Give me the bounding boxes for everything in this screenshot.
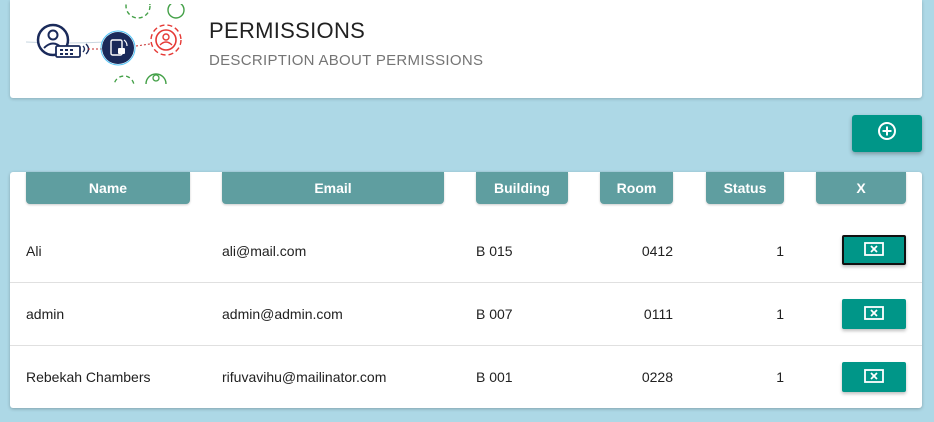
table-row: admin admin@admin.com B 007 0111 1 (10, 282, 922, 346)
page-title: PERMISSIONS (209, 18, 366, 43)
delete-row-button[interactable] (842, 235, 906, 265)
add-permission-button[interactable] (852, 115, 922, 152)
cell-room: 0412 (641, 242, 673, 259)
cell-status: 1 (776, 368, 784, 385)
close-box-icon (864, 241, 884, 259)
cell-name: Ali (26, 242, 42, 259)
cell-email: ali@mail.com (222, 242, 307, 259)
page-description: DESCRIPTION ABOUT PERMISSIONS (209, 52, 484, 69)
column-header-status[interactable]: Status (706, 172, 784, 204)
cell-building: B 007 (476, 305, 513, 322)
table-row: Rebekah Chambers rifuvavihu@mailinator.c… (10, 345, 922, 408)
column-header-name[interactable]: Name (26, 172, 190, 204)
cell-room: 0111 (643, 305, 673, 322)
delete-row-button[interactable] (842, 362, 906, 392)
permissions-illustration (26, 4, 186, 84)
close-box-icon (864, 368, 884, 386)
cell-status: 1 (776, 305, 784, 322)
close-box-icon (864, 305, 884, 323)
delete-row-button[interactable] (842, 299, 906, 329)
permissions-table: Name Email Building Room Status X Ali al… (10, 172, 922, 408)
column-header-room[interactable]: Room (600, 172, 673, 204)
cell-building: B 001 (476, 368, 513, 385)
column-header-delete[interactable]: X (816, 172, 906, 204)
header-card: PERMISSIONS DESCRIPTION ABOUT PERMISSION… (10, 0, 922, 98)
cell-status: 1 (776, 242, 784, 259)
cell-building: B 015 (476, 242, 513, 259)
add-circle-icon (877, 121, 897, 146)
cell-name: admin (26, 305, 65, 322)
column-header-building[interactable]: Building (476, 172, 568, 204)
table-row: Ali ali@mail.com B 015 0412 1 (10, 219, 922, 283)
cell-email: admin@admin.com (222, 305, 343, 322)
cell-room: 0228 (641, 368, 673, 385)
column-header-email[interactable]: Email (222, 172, 444, 204)
cell-email: rifuvavihu@mailinator.com (222, 368, 387, 385)
cell-name: Rebekah Chambers (26, 368, 151, 385)
